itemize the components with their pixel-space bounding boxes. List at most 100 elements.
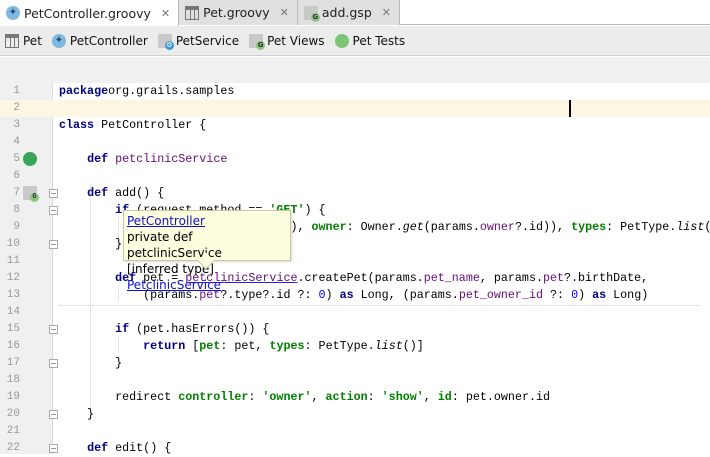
line-number: 13 [6, 289, 20, 301]
token: ?.birthDate, [564, 271, 649, 285]
code-line[interactable]: 2 [0, 100, 710, 117]
code-line[interactable]: 4 [0, 134, 710, 151]
token-kw: package [59, 84, 109, 98]
token: : PetType. [606, 220, 677, 234]
fold-marker-icon[interactable] [49, 444, 58, 453]
code-text: packageorg.grails.samples [59, 83, 234, 100]
token: , [311, 390, 326, 404]
token-str: 'owner' [262, 390, 312, 404]
tab-petcontroller-groovy[interactable]: ✦ PetController.groovy ✕ [0, 0, 180, 26]
code-text: def petclinicService [59, 151, 227, 168]
token: ) { [304, 203, 326, 217]
token-kw: as [592, 288, 607, 302]
code-line[interactable]: 21 [0, 423, 710, 440]
fold-marker-icon[interactable] [49, 206, 58, 215]
token: } [59, 407, 95, 421]
code-line[interactable]: 10 } [0, 236, 710, 253]
line-number: 4 [13, 136, 20, 148]
token: edit() { [108, 441, 172, 455]
token-nm: pet [199, 339, 221, 353]
line-number: 12 [6, 272, 20, 284]
g-badge: G [30, 193, 39, 202]
controller-icon: ✦ [6, 6, 20, 20]
line-number: 2 [13, 102, 20, 114]
code-editor[interactable]: 1 packageorg.grails.samples 2 3 class PetCon… [0, 83, 710, 457]
toolbar-item-label: Pet [23, 33, 42, 48]
fold-marker-icon[interactable] [49, 189, 58, 198]
line-number: 21 [6, 425, 20, 437]
token-it: get [402, 220, 424, 234]
token: redirect [59, 390, 179, 404]
token: } [59, 356, 123, 370]
token: : [248, 390, 263, 404]
code-line[interactable]: 1 packageorg.grails.samples [0, 83, 710, 100]
toolbar-item-pet-tests[interactable]: Pet Tests [334, 33, 405, 48]
code-line[interactable]: 8 if (request.method == 'GET') { [0, 202, 710, 219]
g-badge: G [256, 40, 266, 50]
token-it: list [374, 339, 403, 353]
code-text: } [59, 236, 122, 253]
line-number: 3 [13, 119, 20, 131]
line-number: 15 [6, 323, 20, 335]
editor-tabs: ✦ PetController.groovy ✕ Pet.groovy ✕ Gadd.gs… [0, 0, 710, 26]
fold-marker-icon[interactable] [49, 240, 58, 249]
code-line[interactable]: 22 def edit() { [0, 440, 710, 457]
breadcrumb-bar [0, 57, 710, 83]
code-line[interactable]: 3 class PetController { [0, 117, 710, 134]
toolbar-item-pet-views[interactable]: G Pet Views [249, 33, 325, 50]
tab-pet-groovy[interactable]: Pet.groovy ✕ [179, 0, 298, 25]
close-icon[interactable]: ✕ [382, 6, 391, 19]
code-text: if (pet.hasErrors()) { [59, 321, 269, 338]
token: : [367, 390, 382, 404]
code-text: } [59, 406, 94, 423]
code-text: def edit() { [59, 440, 171, 457]
tab-label: add.gsp [321, 5, 372, 20]
toolbar-item-petservice[interactable]: ⚙ PetService [157, 33, 239, 50]
code-line[interactable]: 18 [0, 372, 710, 389]
code-line[interactable]: 12 def pet = petclinicService.createPet(… [0, 270, 710, 287]
token: ()] [704, 220, 710, 234]
close-icon[interactable]: ✕ [161, 7, 170, 20]
code-line[interactable]: 14 [0, 304, 710, 321]
injected-service-icon[interactable] [23, 152, 37, 166]
token-it: list [676, 220, 705, 234]
token: PetController { [94, 118, 207, 132]
code-line[interactable]: 15 if (pet.hasErrors()) { [0, 321, 710, 338]
grails-navigation-toolbar: Pet ✦ PetController ⚙ PetService G Pet Views Pe… [0, 26, 710, 56]
tooltip-class-link[interactable]: PetController [127, 214, 205, 228]
code-line[interactable]: 5 def petclinicService [0, 151, 710, 168]
code-line[interactable]: 6 [0, 168, 710, 185]
tab-add-gsp[interactable]: Gadd.gsp ✕ [297, 0, 400, 25]
tests-icon [334, 33, 349, 48]
code-line[interactable]: 13 (params.pet?.type?.id ?: 0) as Long, … [0, 287, 710, 304]
token: , [423, 390, 438, 404]
toolbar-item-pet[interactable]: Pet [5, 33, 42, 48]
code-line[interactable]: 20 } [0, 406, 710, 423]
domain-class-icon [5, 33, 19, 48]
gear-badge: ⚙ [164, 40, 174, 50]
close-icon[interactable]: ✕ [280, 6, 289, 19]
fold-marker-icon[interactable] [49, 359, 58, 368]
token: org.grails.samples [108, 84, 235, 98]
toolbar-item-petcontroller[interactable]: ✦ PetController [51, 33, 148, 48]
code-line[interactable]: 16 return [pet: pet, types: PetType.list… [0, 338, 710, 355]
line-number: 22 [6, 442, 20, 454]
code-line[interactable]: 17 } [0, 355, 710, 372]
token-fld: pet [542, 271, 565, 285]
code-text: class PetController { [59, 117, 206, 134]
code-line[interactable]: 9 return [pet: new Pet(), owner: Owner.g… [0, 219, 710, 236]
fold-marker-icon[interactable] [49, 410, 58, 419]
token: , params. [479, 271, 543, 285]
fold-marker-icon[interactable] [49, 325, 58, 334]
token: } [59, 237, 123, 251]
code-line[interactable]: 19 redirect controller: 'owner', action:… [0, 389, 710, 406]
token-kw: return [143, 339, 186, 353]
tooltip-type-link[interactable]: PetclinicService [127, 278, 221, 292]
code-line[interactable]: 11 [0, 253, 710, 270]
token-nm: id [437, 390, 452, 404]
code-line[interactable]: 7 G def add() { [0, 185, 710, 202]
gsp-view-marker-icon[interactable]: G [23, 186, 39, 202]
